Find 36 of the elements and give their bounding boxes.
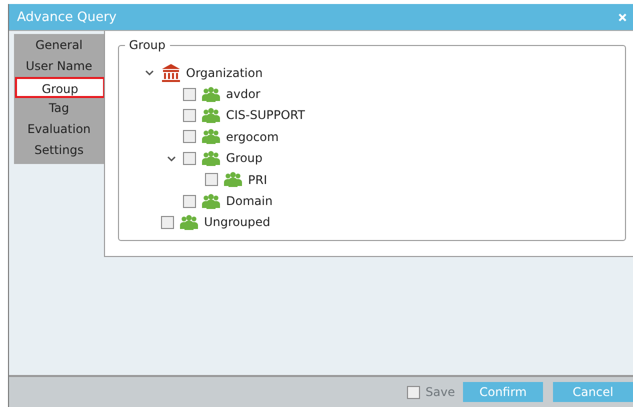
people-icon (201, 106, 221, 124)
tree-item[interactable]: PRI (187, 168, 625, 190)
close-icon[interactable] (618, 12, 627, 22)
checkbox[interactable] (183, 152, 196, 165)
save-label: Save (426, 385, 455, 399)
checkbox[interactable] (183, 108, 196, 122)
chevron-down-icon[interactable] (167, 154, 176, 162)
tree-item[interactable]: Organization (143, 62, 625, 84)
checkbox[interactable] (183, 194, 196, 208)
checkbox[interactable] (161, 216, 174, 229)
people-icon (201, 128, 221, 146)
tree-item[interactable]: Group (165, 148, 625, 169)
people-icon (179, 214, 199, 231)
chevron-down-icon[interactable] (145, 69, 154, 76)
sidebar-tab[interactable]: General (14, 35, 104, 56)
sidebar-tab[interactable]: Group (15, 77, 105, 98)
people-icon (223, 171, 243, 188)
tree-item[interactable]: CIS-SUPPORT (165, 104, 625, 126)
tree-item[interactable]: Ungrouped (143, 212, 625, 234)
checkbox[interactable] (183, 88, 196, 101)
people-icon (201, 150, 221, 167)
building-icon (161, 62, 181, 83)
window-title: Advance Query (17, 10, 117, 24)
checkbox[interactable] (406, 386, 420, 398)
tree-item[interactable]: Domain (165, 190, 625, 212)
people-icon (201, 192, 221, 210)
sidebar-tab[interactable]: User Name (14, 56, 104, 77)
sidebar-tab[interactable]: Tag (14, 98, 104, 119)
sidebar-tab[interactable]: Evaluation (14, 119, 104, 140)
checkbox[interactable] (205, 173, 218, 186)
group-box-title: Group (125, 38, 170, 52)
tree-item[interactable]: avdor (165, 83, 625, 105)
checkbox[interactable] (183, 130, 196, 144)
tree-item[interactable]: ergocom (165, 126, 625, 148)
people-icon (201, 86, 221, 103)
sidebar-tab[interactable]: Settings (14, 140, 104, 161)
